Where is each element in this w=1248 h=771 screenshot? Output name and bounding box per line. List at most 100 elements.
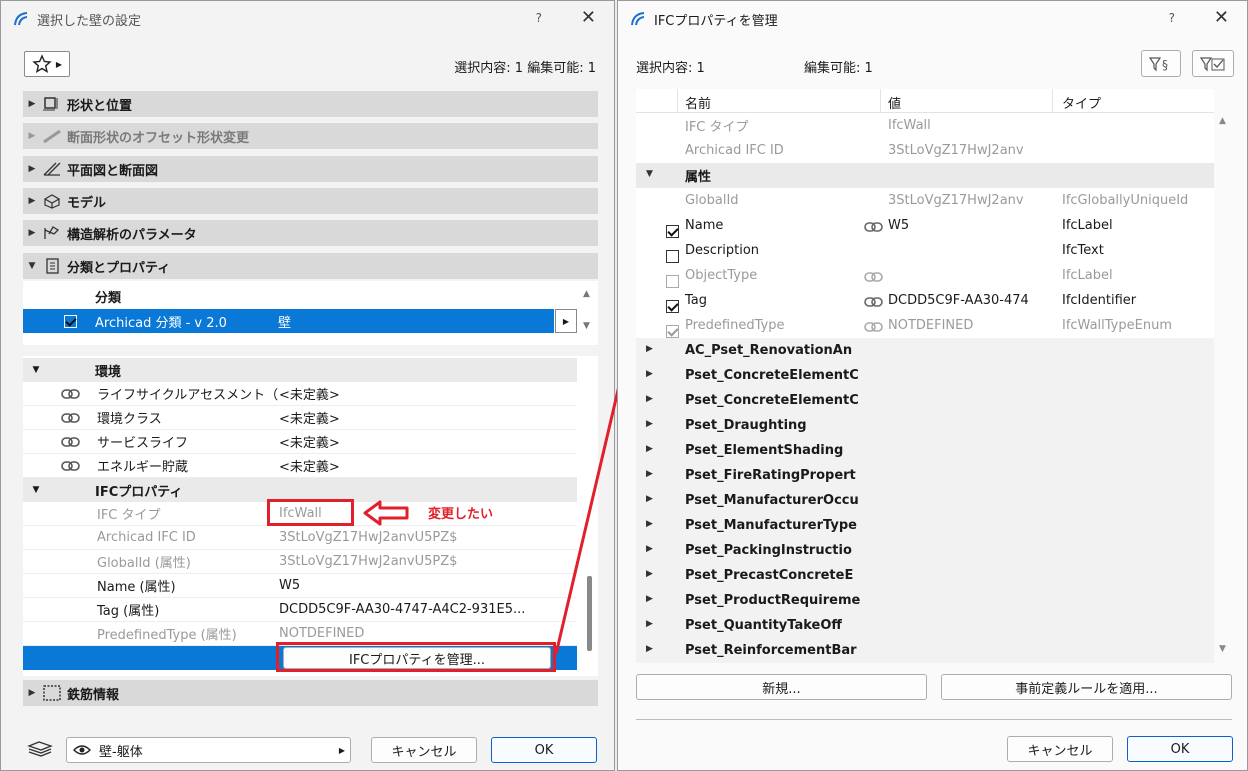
column-type[interactable]: タイプ (1062, 93, 1101, 112)
attribute-row[interactable]: Description IfcText (636, 238, 1214, 263)
property-value[interactable]: DCDD5C9F-AA30-4747-A4C2-931E5... (279, 602, 525, 617)
property-value[interactable]: <未定義> (279, 456, 340, 475)
pset-row[interactable]: ▶ AC_Pset_RenovationAn (636, 338, 1214, 363)
close-button[interactable]: ✕ (1214, 7, 1229, 28)
pset-row[interactable]: ▶ Pset_ConcreteElementC (636, 388, 1214, 413)
manage-button-highlight (276, 642, 556, 672)
ifc-property-row[interactable]: Tag (属性) DCDD5C9F-AA30-4747-A4C2-931E5... (23, 598, 577, 622)
environment-row[interactable]: エネルギー貯蔵 <未定義> (23, 454, 577, 478)
property-name: Archicad IFC ID (685, 143, 784, 158)
section-plan-section[interactable]: ▶ 平面図と断面図 (23, 156, 598, 182)
ok-button[interactable]: OK (491, 737, 597, 763)
property-value[interactable]: 3StLoVgZ17HwJ2anv (888, 193, 1038, 208)
column-name[interactable]: 名前 (685, 93, 711, 112)
expand-arrow-icon: ▶ (646, 594, 653, 604)
ifc-property-row[interactable]: Archicad IFC ID 3StLoVgZ17HwJ2anvU5PZ$ (23, 526, 577, 550)
attribute-checkbox[interactable] (666, 250, 679, 263)
help-button[interactable]: ? (536, 11, 542, 25)
pset-row[interactable]: ▶ Pset_PrecastConcreteE (636, 563, 1214, 588)
property-value: IfcWall (888, 118, 931, 133)
pset-name: Pset_ReinforcementBar (685, 643, 857, 658)
property-value[interactable]: W5 (888, 218, 1038, 233)
section-classification[interactable]: ▼ 分類とプロパティ (23, 253, 598, 279)
close-button[interactable]: ✕ (581, 7, 596, 28)
attribute-row[interactable]: PredefinedType NOTDEFINED IfcWallTypeEnum (636, 313, 1214, 338)
editable-count: 編集可能: 1 (804, 61, 873, 76)
environment-row[interactable]: 環境クラス <未定義> (23, 406, 577, 430)
property-name: ライフサイクルアセスメント（LC... (97, 388, 279, 403)
section-label: 形状と位置 (67, 98, 133, 114)
pset-row[interactable]: ▶ Pset_ManufacturerType (636, 513, 1214, 538)
pset-row[interactable]: ▶ Pset_Draughting (636, 413, 1214, 438)
property-value[interactable]: NOTDEFINED (888, 318, 1038, 333)
environment-row[interactable]: サービスライフ <未定義> (23, 430, 577, 454)
ifc-type-highlight (267, 499, 354, 526)
property-value[interactable]: DCDD5C9F-AA30-474 (888, 293, 1038, 308)
group-label: 属性 (685, 170, 712, 185)
section-shape[interactable]: ▶ 形状と位置 (23, 91, 598, 117)
filter-settings-button[interactable]: § (1141, 50, 1181, 77)
section-model[interactable]: ▶ モデル (23, 188, 598, 214)
property-value[interactable]: <未定義> (279, 408, 340, 427)
attribute-row[interactable]: Name W5 IfcLabel (636, 213, 1214, 238)
environment-row[interactable]: ライフサイクルアセスメント（LC...<未定義> (23, 382, 577, 406)
svg-text:§: § (1162, 58, 1168, 72)
link-icon (864, 321, 884, 336)
ok-button[interactable]: OK (1127, 736, 1233, 762)
archicad-logo-icon (14, 12, 28, 26)
property-value[interactable]: <未定義> (279, 432, 340, 451)
cancel-button[interactable]: キャンセル (371, 737, 477, 763)
property-value[interactable]: NOTDEFINED (279, 626, 364, 641)
collapse-arrow-icon: ▼ (646, 169, 653, 179)
attribute-checkbox[interactable] (666, 225, 679, 238)
rebar-icon (41, 684, 63, 702)
attribute-row[interactable]: Tag DCDD5C9F-AA30-474 IfcIdentifier (636, 288, 1214, 313)
cancel-button[interactable]: キャンセル (1007, 736, 1113, 762)
collapse-arrow-icon: ▼ (28, 261, 36, 271)
pset-name: Pset_ManufacturerOccu (685, 493, 859, 508)
scroll-up-icon[interactable]: ▲ (1219, 116, 1226, 126)
pset-row[interactable]: ▶ Pset_ProductRequireme (636, 588, 1214, 613)
section-structural[interactable]: ▶ 構造解析のパラメータ (23, 220, 598, 246)
classification-row[interactable]: Archicad 分類 - v 2.0 壁 (23, 309, 554, 333)
attribute-checkbox[interactable] (666, 275, 679, 288)
property-value[interactable]: W5 (279, 578, 300, 593)
attribute-row[interactable]: GlobalId 3StLoVgZ17HwJ2anv IfcGloballyUniq… (636, 188, 1214, 213)
pset-row[interactable]: ▶ Pset_ReinforcementBar (636, 638, 1214, 663)
attribute-row[interactable]: ObjectType IfcLabel (636, 263, 1214, 288)
property-value[interactable]: 3StLoVgZ17HwJ2anvU5PZ$ (279, 554, 457, 569)
ifc-property-row[interactable]: GlobalId (属性) 3StLoVgZ17HwJ2anvU5PZ$ (23, 550, 577, 574)
annotation-text: 変更したい (428, 507, 494, 522)
property-value[interactable]: <未定義> (279, 384, 340, 403)
new-property-button[interactable]: 新規... (636, 674, 927, 700)
pset-name: Pset_ConcreteElementC (685, 393, 859, 408)
pset-row[interactable]: ▶ Pset_FireRatingPropert (636, 463, 1214, 488)
pset-row[interactable]: ▶ Pset_PackingInstructio (636, 538, 1214, 563)
environment-group-header[interactable]: ▼ 環境 (23, 358, 577, 382)
layer-select[interactable]: 壁-躯体 ▶ (66, 737, 351, 763)
expand-arrow-icon: ▶ (646, 619, 653, 629)
ifc-property-row[interactable]: Name (属性) W5 (23, 574, 577, 598)
pset-row[interactable]: ▶ Pset_ElementShading (636, 438, 1214, 463)
pset-row[interactable]: ▶ Pset_ConcreteElementC (636, 363, 1214, 388)
property-value[interactable]: 3StLoVgZ17HwJ2anvU5PZ$ (279, 530, 457, 545)
ifc-info-row[interactable]: Archicad IFC ID 3StLoVgZ17HwJ2anv (636, 138, 1214, 163)
column-value[interactable]: 値 (888, 93, 901, 112)
scroll-down-icon[interactable]: ▼ (1219, 644, 1226, 654)
attribute-checkbox[interactable] (666, 300, 679, 313)
attributes-group-header[interactable]: ▼ 属性 (636, 163, 1214, 188)
dialog-title: 選択した壁の設定 (37, 13, 142, 29)
apply-rules-button[interactable]: 事前定義ルールを適用... (941, 674, 1232, 700)
section-rebar[interactable]: ▶ 鉄筋情報 (23, 680, 598, 706)
classification-header: 分類 (95, 290, 122, 306)
classification-checkbox[interactable] (64, 314, 77, 328)
link-icon (61, 460, 81, 471)
attribute-checkbox[interactable] (666, 325, 679, 338)
ifc-info-row[interactable]: IFC タイプ IfcWall (636, 113, 1214, 138)
favorites-button[interactable]: ▶ (24, 51, 70, 77)
help-button[interactable]: ? (1169, 11, 1175, 25)
pset-row[interactable]: ▶ Pset_QuantityTakeOff (636, 613, 1214, 638)
link-icon (61, 388, 81, 399)
pset-row[interactable]: ▶ Pset_ManufacturerOccu (636, 488, 1214, 513)
filter-checked-button[interactable] (1192, 50, 1234, 77)
